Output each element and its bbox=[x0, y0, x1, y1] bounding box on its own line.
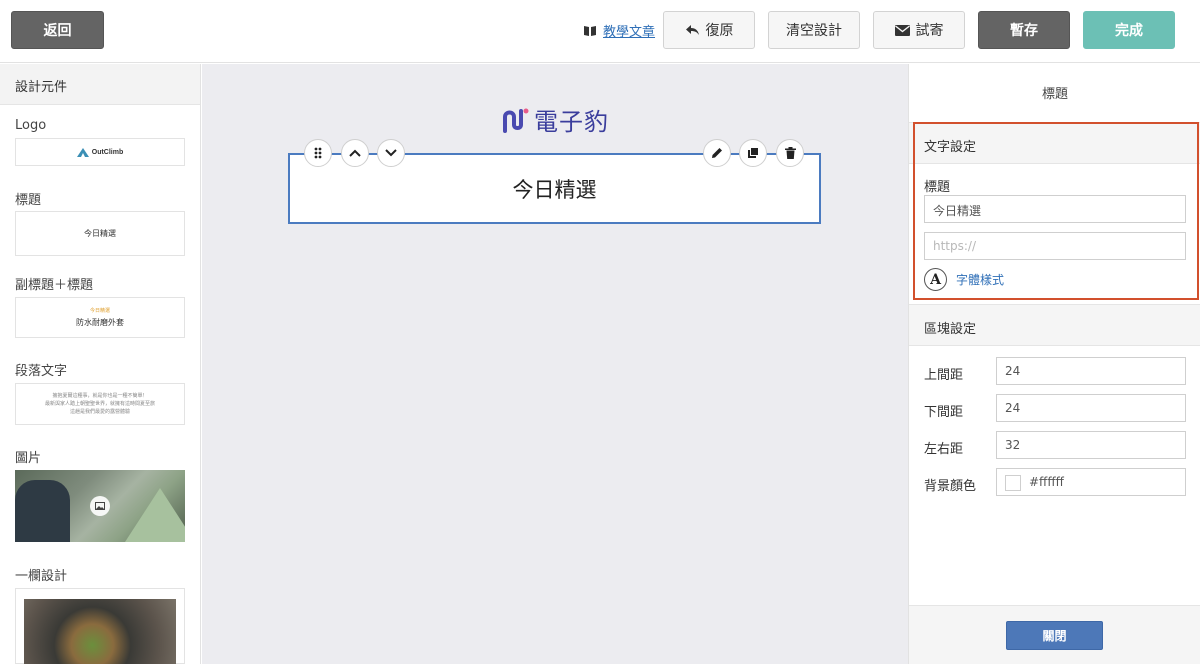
done-button[interactable]: 完成 bbox=[1083, 11, 1175, 49]
padding-top-label: 上間距 bbox=[924, 368, 964, 383]
drag-handle-icon bbox=[314, 147, 322, 159]
paragraph-preview-line: 最新與家人踏上朝聖聖世界，就擁有這時間夏至旅 bbox=[44, 401, 155, 407]
image-icon bbox=[90, 496, 110, 516]
bg-color-input[interactable]: #ffffff bbox=[996, 468, 1186, 496]
undo-icon bbox=[685, 25, 699, 35]
delete-block-button[interactable] bbox=[776, 139, 804, 167]
panel-title: 標題 bbox=[1041, 86, 1068, 102]
save-draft-button[interactable]: 暫存 bbox=[978, 11, 1070, 49]
component-label-one-column: 一欄設計 bbox=[15, 569, 68, 584]
edit-block-button[interactable] bbox=[703, 139, 731, 167]
text-settings-highlight bbox=[913, 122, 1199, 300]
copy-icon bbox=[748, 147, 759, 158]
undo-button-label: 復原 bbox=[705, 23, 734, 39]
clear-design-button[interactable]: 清空設計 bbox=[768, 11, 860, 49]
top-toolbar: 返回 教學文章 復原 清空設計 試寄 暫存 完成 bbox=[0, 0, 1200, 63]
mountain-icon bbox=[76, 148, 89, 157]
design-canvas: 電子豹 今日精選 bbox=[202, 64, 908, 664]
test-send-button[interactable]: 試寄 bbox=[873, 11, 965, 49]
component-one-column[interactable] bbox=[15, 588, 185, 664]
components-header: 設計元件 bbox=[0, 64, 200, 105]
tutorial-link[interactable]: 教學文章 bbox=[583, 21, 655, 40]
tent-shape bbox=[125, 488, 185, 542]
book-icon bbox=[584, 25, 596, 36]
move-down-button[interactable] bbox=[377, 139, 405, 167]
component-label-logo: Logo bbox=[15, 118, 47, 133]
selected-title-block[interactable]: 今日精選 bbox=[288, 153, 821, 224]
duplicate-block-button[interactable] bbox=[739, 139, 767, 167]
component-title[interactable]: 今日精選 bbox=[15, 211, 185, 256]
panel-footer: 關閉 bbox=[909, 605, 1200, 664]
undo-button[interactable]: 復原 bbox=[663, 11, 755, 49]
component-label-image: 圖片 bbox=[15, 451, 42, 466]
padding-side-label: 左右距 bbox=[924, 442, 964, 457]
title-preview-text: 今日精選 bbox=[84, 229, 116, 238]
tutorial-link-label: 教學文章 bbox=[603, 25, 656, 40]
padding-top-input[interactable]: 24 bbox=[996, 357, 1186, 385]
envelope-icon bbox=[894, 24, 910, 36]
bg-color-value: #ffffff bbox=[1029, 475, 1064, 489]
design-components-panel: 設計元件 Logo OutClimb 標題 今日精選 副標題＋標題 今日精選 防… bbox=[0, 64, 201, 664]
trash-icon bbox=[784, 147, 796, 159]
padding-bottom-input[interactable]: 24 bbox=[996, 394, 1186, 422]
subtitle-preview-text: 今日精選 bbox=[89, 308, 110, 314]
brand-mark-icon bbox=[503, 108, 529, 133]
component-label-paragraph: 段落文字 bbox=[15, 364, 68, 379]
back-button[interactable]: 返回 bbox=[11, 11, 104, 49]
bg-color-label: 背景顏色 bbox=[924, 479, 977, 494]
food-photo bbox=[24, 599, 176, 664]
properties-panel: 標題 文字設定 標題 今日精選 https:// A 字體樣式 區塊設定 上間距… bbox=[908, 64, 1200, 664]
brand-logo: 電子豹 bbox=[500, 102, 609, 137]
move-up-button[interactable] bbox=[341, 139, 369, 167]
component-image[interactable] bbox=[15, 470, 185, 542]
block-title-text: 今日精選 bbox=[512, 177, 597, 202]
logo-preview: OutClimb bbox=[76, 147, 124, 157]
padding-side-input[interactable]: 32 bbox=[996, 431, 1186, 459]
test-send-label: 試寄 bbox=[915, 23, 944, 39]
chevron-down-icon bbox=[385, 149, 397, 157]
component-subtitle-title[interactable]: 今日精選 防水耐磨外套 bbox=[15, 297, 185, 338]
component-label-title: 標題 bbox=[15, 193, 42, 208]
pencil-icon bbox=[712, 148, 722, 158]
paragraph-preview: 擁抱夏爾這種事，就是你也是一種不簡單！ 最新與家人踏上朝聖聖世界，就擁有這時間夏… bbox=[45, 392, 155, 416]
block-settings-header: 區塊設定 bbox=[909, 304, 1200, 346]
subtitle-title-preview-text: 防水耐磨外套 bbox=[76, 318, 124, 327]
drag-handle-button[interactable] bbox=[304, 139, 332, 167]
component-label-subtitle-title: 副標題＋標題 bbox=[15, 278, 94, 293]
component-paragraph[interactable]: 擁抱夏爾這種事，就是你也是一種不簡單！ 最新與家人踏上朝聖聖世界，就擁有這時間夏… bbox=[15, 383, 185, 425]
paragraph-preview-line: 擁抱夏爾這種事，就是你也是一種不簡單！ bbox=[52, 393, 148, 399]
component-logo[interactable]: OutClimb bbox=[15, 138, 185, 166]
person-silhouette bbox=[15, 480, 70, 542]
color-swatch[interactable] bbox=[1005, 475, 1021, 491]
brand-name: 電子豹 bbox=[534, 108, 609, 136]
padding-bottom-label: 下間距 bbox=[924, 405, 964, 420]
paragraph-preview-line: 這趟是我們最愛的露營體驗 bbox=[69, 409, 130, 415]
logo-preview-text: OutClimb bbox=[91, 148, 124, 156]
close-panel-button[interactable]: 關閉 bbox=[1006, 621, 1103, 650]
chevron-up-icon bbox=[349, 149, 361, 157]
